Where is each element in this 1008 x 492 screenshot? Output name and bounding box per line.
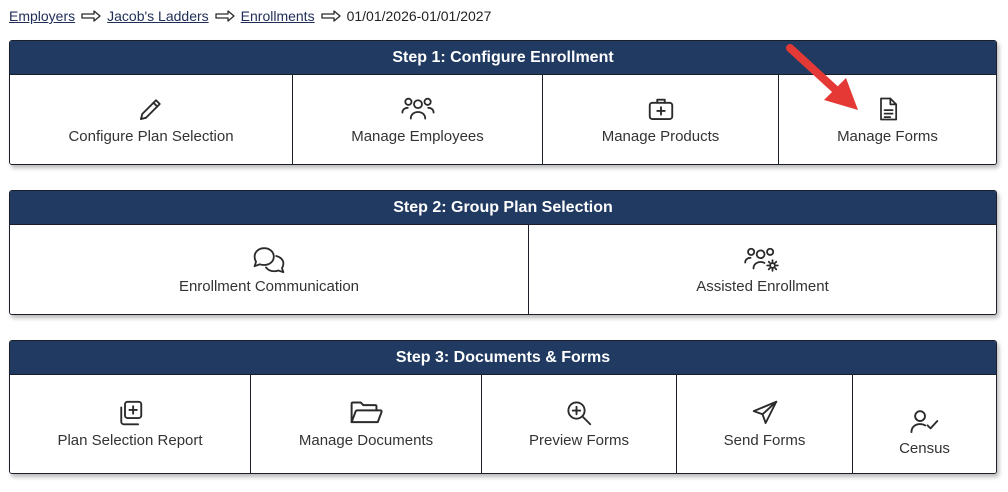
people-gear-icon bbox=[743, 244, 782, 274]
people-icon bbox=[400, 94, 436, 124]
user-check-icon bbox=[909, 406, 941, 436]
tile-label: Plan Selection Report bbox=[57, 432, 203, 450]
tile-label: Send Forms bbox=[723, 432, 806, 450]
step2-title: Step 2: Group Plan Selection bbox=[10, 191, 996, 225]
copy-plus-icon bbox=[115, 398, 145, 428]
step1-title: Step 1: Configure Enrollment bbox=[10, 41, 996, 75]
tile-label: Enrollment Communication bbox=[178, 277, 360, 295]
medical-kit-icon bbox=[646, 94, 676, 124]
tile-label: Manage Documents bbox=[298, 432, 434, 450]
breadcrumb-link-employers[interactable]: Employers bbox=[9, 8, 75, 24]
breadcrumb-current: 01/01/2026-01/01/2027 bbox=[346, 8, 492, 24]
step3-title: Step 3: Documents & Forms bbox=[10, 341, 996, 375]
tile-label: Assisted Enrollment bbox=[696, 277, 829, 295]
paper-plane-icon bbox=[750, 398, 780, 428]
tile-label: Configure Plan Selection bbox=[68, 127, 234, 145]
plan-selection-report-tile[interactable]: Plan Selection Report bbox=[10, 375, 251, 473]
tile-label: Manage Products bbox=[601, 127, 720, 145]
breadcrumb-link-enrollments[interactable]: Enrollments bbox=[241, 8, 315, 24]
step3-panel: Step 3: Documents & Forms Plan Selection… bbox=[9, 340, 997, 474]
tile-label: Manage Forms bbox=[837, 127, 938, 145]
preview-forms-tile[interactable]: Preview Forms bbox=[482, 375, 677, 473]
enrollment-communication-tile[interactable]: Enrollment Communication bbox=[10, 225, 529, 314]
pencil-icon bbox=[136, 94, 166, 124]
send-forms-tile[interactable]: Send Forms bbox=[677, 375, 853, 473]
manage-products-tile[interactable]: Manage Products bbox=[543, 75, 779, 164]
breadcrumb: Employers Jacob's Ladders Enrollments 01… bbox=[9, 6, 491, 26]
zoom-in-icon bbox=[564, 398, 594, 428]
arrow-right-icon bbox=[81, 10, 101, 22]
step2-panel: Step 2: Group Plan Selection Enrollment … bbox=[9, 190, 997, 315]
tile-label: Census bbox=[899, 440, 950, 458]
tile-label: Manage Employees bbox=[351, 127, 484, 145]
manage-forms-tile[interactable]: Manage Forms bbox=[779, 75, 996, 164]
manage-employees-tile[interactable]: Manage Employees bbox=[293, 75, 543, 164]
configure-plan-selection-tile[interactable]: Configure Plan Selection bbox=[10, 75, 293, 164]
census-tile[interactable]: Census bbox=[853, 375, 996, 473]
folder-open-icon bbox=[349, 398, 383, 428]
tile-label: Preview Forms bbox=[528, 432, 629, 450]
chat-bubbles-icon bbox=[251, 244, 287, 274]
document-icon bbox=[874, 94, 902, 124]
arrow-right-icon bbox=[320, 10, 341, 22]
arrow-right-icon bbox=[215, 10, 235, 22]
step1-panel: Step 1: Configure Enrollment Configure P… bbox=[9, 40, 997, 165]
breadcrumb-link-employer[interactable]: Jacob's Ladders bbox=[107, 8, 209, 24]
assisted-enrollment-tile[interactable]: Assisted Enrollment bbox=[529, 225, 996, 314]
manage-documents-tile[interactable]: Manage Documents bbox=[251, 375, 482, 473]
